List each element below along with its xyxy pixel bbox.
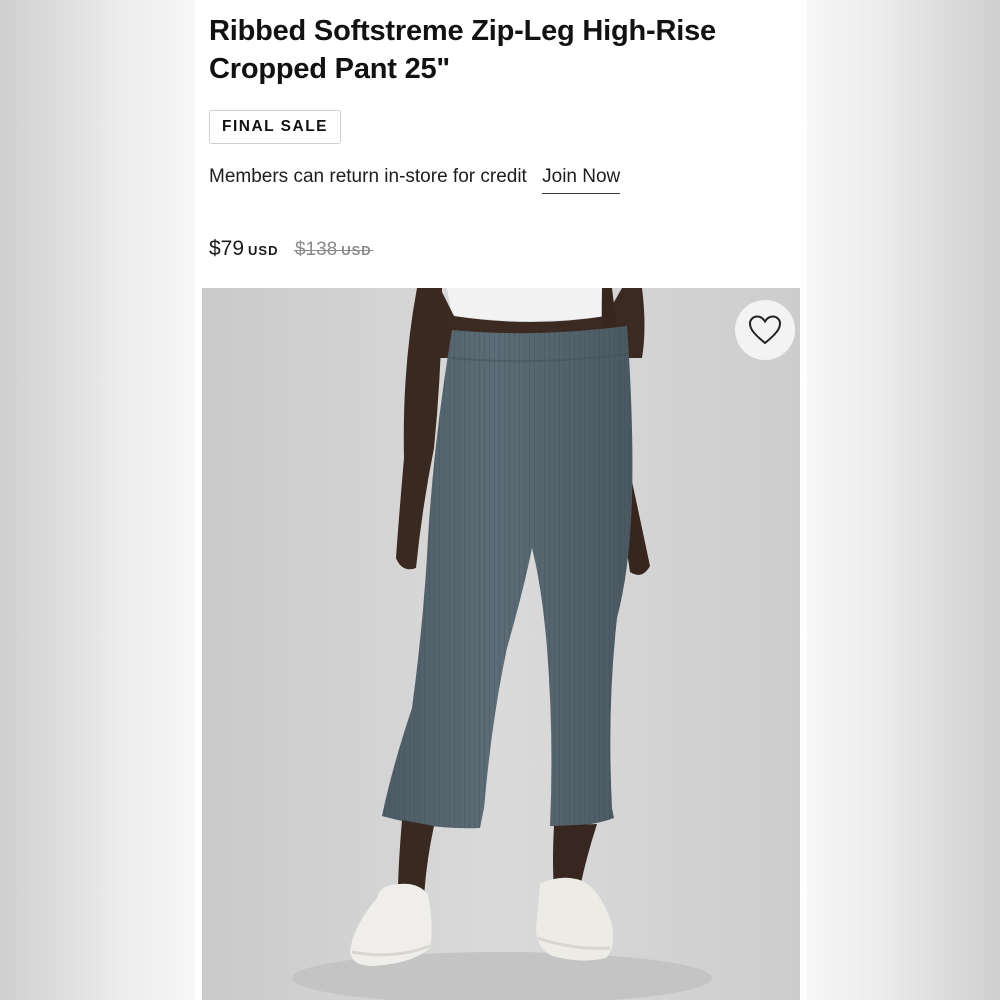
original-price-amount: $138	[294, 239, 338, 260]
join-now-link[interactable]: Join Now	[542, 164, 621, 194]
price-row: $79 USD $138 USD	[209, 234, 373, 266]
wishlist-button[interactable]	[735, 300, 795, 360]
current-price-currency: USD	[248, 243, 279, 258]
membership-note: Members can return in-store for credit	[209, 166, 527, 187]
product-page: Ribbed Softstreme Zip-Leg High-Rise Crop…	[195, 0, 807, 1000]
membership-row: Members can return in-store for credit J…	[209, 164, 621, 194]
final-sale-badge: FINAL SALE	[209, 110, 341, 144]
product-photo-illustration	[202, 288, 800, 1000]
original-price-currency: USD	[341, 243, 372, 258]
original-price: $138 USD	[293, 235, 373, 266]
product-photo[interactable]	[202, 288, 800, 1000]
heart-icon	[748, 315, 782, 345]
product-title: Ribbed Softstreme Zip-Leg High-Rise Crop…	[209, 15, 716, 85]
current-price: $79	[209, 237, 245, 260]
